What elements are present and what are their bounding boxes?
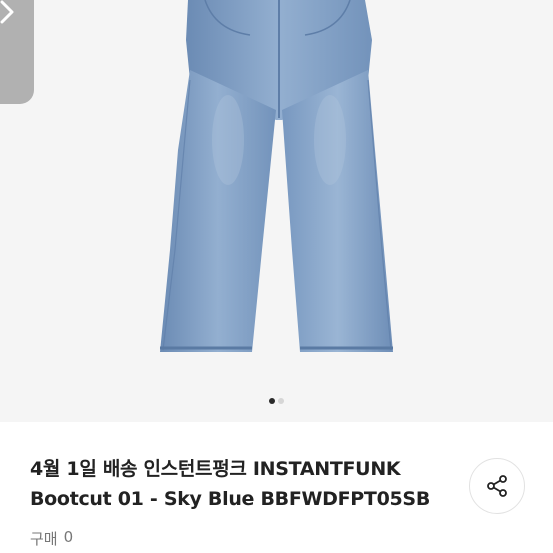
jeans-image [160, 0, 393, 352]
product-title: 4월 1일 배송 인스턴트펑크 INSTANTFUNK Bootcut 01 -… [30, 454, 470, 514]
pager-dot-active[interactable] [269, 398, 275, 404]
share-button[interactable] [469, 458, 525, 514]
image-pager [0, 398, 553, 404]
purchase-label: 구매 [30, 530, 58, 548]
purchase-count: 구매 0 [30, 528, 73, 549]
product-image[interactable] [0, 0, 553, 422]
product-info: 4월 1일 배송 인스턴트펑크 INSTANTFUNK Bootcut 01 -… [0, 422, 553, 553]
pager-dot[interactable] [278, 398, 284, 404]
purchase-value: 0 [63, 528, 74, 546]
product-title-line2: Bootcut 01 - Sky Blue BBFWDFPT05SB [30, 488, 430, 510]
share-icon [487, 475, 507, 497]
back-button[interactable] [0, 0, 34, 104]
product-title-line1: 4월 1일 배송 인스턴트펑크 INSTANTFUNK [30, 458, 401, 480]
chevron-right-icon [0, 0, 14, 24]
